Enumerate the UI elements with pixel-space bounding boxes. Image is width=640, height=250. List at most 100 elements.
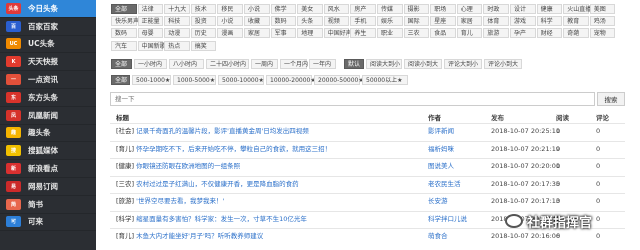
category-tag[interactable]: 搞笑 <box>190 40 217 51</box>
time-filter[interactable]: 全部 <box>111 59 132 69</box>
category-tag[interactable]: 时政 <box>483 4 509 14</box>
category-tag[interactable]: 摄影 <box>403 4 430 14</box>
category-tag[interactable]: 房产 <box>350 4 376 14</box>
search-button[interactable]: 搜索 <box>597 92 625 106</box>
sidebar-item[interactable]: 一一点资讯 <box>0 71 96 89</box>
category-tag[interactable]: 职场 <box>430 4 456 14</box>
category-tag[interactable]: 汽车 <box>111 40 137 51</box>
category-tag[interactable]: 中国好声音 <box>323 28 358 39</box>
sidebar-item[interactable]: K 天天快报 <box>0 53 96 72</box>
sort-filter[interactable]: 阅读小到大 <box>404 59 442 69</box>
read-filter[interactable]: 1000-5000★ <box>173 75 216 85</box>
category-tag[interactable]: 育儿 <box>456 28 483 39</box>
sidebar-item[interactable]: 可可来 <box>0 214 96 232</box>
article-title-link[interactable]: 木鱼大内才能坐好'月子'吗？听听教养师建议 <box>136 232 263 240</box>
sort-filter[interactable]: 评论大到小 <box>444 59 482 69</box>
sidebar-item[interactable]: 搜搜狐媒体 <box>0 142 96 161</box>
category-tag[interactable]: 动漫 <box>164 28 190 39</box>
time-filter[interactable]: 一个月内 <box>280 59 308 69</box>
category-tag[interactable]: 小说 <box>217 16 243 27</box>
category-tag[interactable]: 国际 <box>403 16 430 27</box>
sidebar-item[interactable]: 易网易订阅 <box>0 178 96 196</box>
category-tag[interactable]: 移民 <box>217 4 243 14</box>
read-filter[interactable]: 50000以上★ <box>362 75 408 85</box>
category-tag[interactable]: 中国新歌声 <box>137 40 172 51</box>
article-title-link[interactable]: 缩星面量有多害怕？科学家：发生一次，寸草不生10亿光年 <box>136 215 307 223</box>
category-tag[interactable]: 技术 <box>190 4 217 14</box>
article-title-link[interactable]: '世界空尽要去看，我梦我来！' <box>136 197 224 205</box>
category-tag[interactable]: 收藏 <box>244 16 270 27</box>
category-tag[interactable]: 数码 <box>270 16 297 27</box>
sidebar-item[interactable]: UC UC头条 <box>0 36 96 54</box>
category-tag[interactable]: 养生 <box>350 28 376 39</box>
search-input[interactable] <box>110 92 595 106</box>
category-tag[interactable]: 快乐男声 <box>111 16 139 27</box>
article-author[interactable]: 影评新闻 <box>428 124 454 139</box>
category-tag[interactable]: 头条 <box>297 16 323 27</box>
category-tag[interactable]: 家居 <box>456 16 483 27</box>
sidebar-item[interactable]: 趣趣头条 <box>0 125 96 143</box>
read-filter[interactable]: 5000-10000★ <box>218 75 264 85</box>
category-tag[interactable]: 风水 <box>323 4 350 14</box>
category-tag[interactable]: 全部 <box>111 4 137 14</box>
article-author[interactable]: 长安游 <box>428 194 448 209</box>
read-filter[interactable]: 500-1000★ <box>132 75 171 85</box>
category-tag[interactable]: 宠物 <box>589 28 616 39</box>
category-tag[interactable]: 十九大 <box>164 4 190 14</box>
time-filter[interactable]: 一年内 <box>309 59 336 69</box>
category-tag[interactable]: 火山直播 <box>563 4 591 14</box>
category-tag[interactable]: 体育 <box>483 16 509 27</box>
category-tag[interactable]: 科技 <box>164 16 190 27</box>
category-tag[interactable]: 军事 <box>270 28 297 39</box>
category-tag[interactable]: 热点 <box>164 40 190 51</box>
category-tag[interactable]: 佛学 <box>270 4 297 14</box>
category-tag[interactable]: 母婴 <box>137 28 164 39</box>
category-tag[interactable]: 职业 <box>377 28 403 39</box>
read-filter[interactable]: 全部 <box>111 75 130 85</box>
category-tag[interactable]: 美女 <box>297 4 323 14</box>
category-tag[interactable]: 科学 <box>536 16 563 27</box>
article-author[interactable]: 科学拌口儿说 <box>428 212 467 227</box>
category-tag[interactable]: 食品 <box>430 28 456 39</box>
category-tag[interactable]: 教育 <box>563 16 589 27</box>
category-tag[interactable]: 家居 <box>244 28 270 39</box>
category-tag[interactable]: 三农 <box>403 28 430 39</box>
time-filter[interactable]: 一小时内 <box>134 59 167 69</box>
article-title-link[interactable]: 怀孕孕期吃不下，后来开始吃不停，攀粒自己的食欲，就用这三招！ <box>136 145 331 153</box>
sidebar-item[interactable]: 东东方头条 <box>0 89 96 107</box>
category-tag[interactable]: 法律 <box>137 4 164 14</box>
category-tag[interactable]: 奇葩 <box>563 28 589 39</box>
category-tag[interactable]: 鸡汤 <box>589 16 616 27</box>
category-tag[interactable]: 心理 <box>456 4 483 14</box>
sort-filter[interactable]: 默认 <box>344 59 364 69</box>
category-tag[interactable]: 娱乐 <box>377 16 403 27</box>
article-author[interactable]: 老农民生活 <box>428 177 461 192</box>
category-tag[interactable]: 视频 <box>323 16 350 27</box>
category-tag[interactable]: 漫画 <box>217 28 243 39</box>
article-title-link[interactable]: 农村过过是子红满山，不仅健康开香，更是降血脂的食药 <box>136 180 299 188</box>
sort-filter[interactable]: 评论小到大 <box>484 59 522 69</box>
category-tag[interactable]: 地理 <box>297 28 323 39</box>
category-tag[interactable]: 设计 <box>510 4 536 14</box>
article-title-link[interactable]: 你眼镜还防眼在欧洲地图的一组条照 <box>136 162 240 170</box>
sort-filter[interactable]: 阅读大到小 <box>366 59 402 69</box>
category-tag[interactable]: 星座 <box>430 16 456 27</box>
read-filter[interactable]: 20000-50000★ <box>314 75 364 85</box>
time-filter[interactable]: 一周内 <box>251 59 278 69</box>
category-tag[interactable]: 健康 <box>536 4 563 14</box>
sidebar-item[interactable]: 百百家百家 <box>0 18 96 36</box>
category-tag[interactable]: 美图 <box>589 4 616 14</box>
time-filter[interactable]: 八小时内 <box>169 59 204 69</box>
category-tag[interactable]: 正能量 <box>137 16 164 27</box>
article-author[interactable]: 图说美人 <box>428 159 454 174</box>
time-filter[interactable]: 二十四小时内 <box>206 59 249 69</box>
sidebar-item[interactable]: 头条 今日头条 <box>0 0 96 18</box>
category-tag[interactable]: 孕产 <box>510 28 536 39</box>
category-tag[interactable]: 财经 <box>536 28 563 39</box>
article-author[interactable]: 萌食合 <box>428 229 448 244</box>
category-tag[interactable]: 投资 <box>190 16 217 27</box>
read-filter[interactable]: 10000-20000★ <box>266 75 316 85</box>
category-tag[interactable]: 手机 <box>350 16 376 27</box>
category-tag[interactable]: 数码 <box>111 28 137 39</box>
article-author[interactable]: 福析妈咪 <box>428 142 454 157</box>
